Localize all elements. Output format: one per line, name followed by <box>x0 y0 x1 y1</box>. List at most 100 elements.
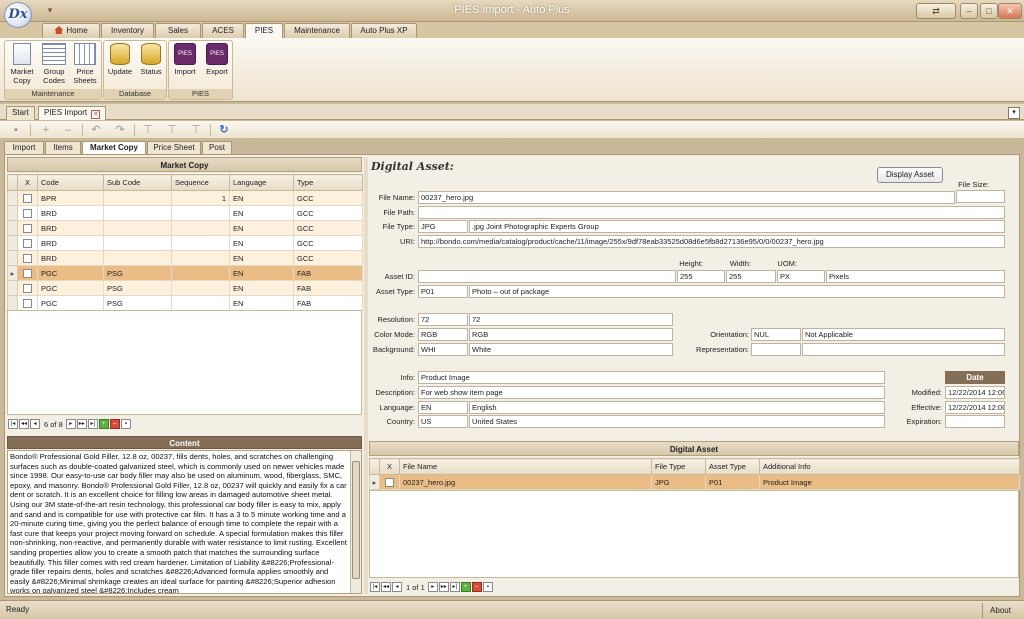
import-button[interactable]: PIES Import <box>169 43 201 76</box>
tab-post[interactable]: Post <box>202 141 232 155</box>
filter-icon[interactable]: ⊤ <box>142 124 154 136</box>
width-field[interactable]: 255 <box>726 270 776 283</box>
status-button[interactable]: Status <box>135 43 167 76</box>
column-header-sub-code[interactable]: Sub Code <box>103 174 172 191</box>
resolution-field-1[interactable]: 72 <box>418 313 468 326</box>
scrollbar-thumb[interactable] <box>352 461 360 579</box>
file-path-field[interactable] <box>418 206 1005 219</box>
refresh-icon[interactable]: ↻ <box>218 124 230 136</box>
save-record-icon[interactable]: ▪ <box>482 582 493 593</box>
column-header-code[interactable]: Code <box>37 174 104 191</box>
uom-code-field[interactable]: PX <box>777 270 825 283</box>
first-page-icon[interactable]: |◂ <box>8 419 18 430</box>
app-logo-icon[interactable]: Dx <box>4 2 32 28</box>
country-description-field[interactable]: United States <box>469 415 885 428</box>
row-checkbox[interactable] <box>17 265 38 281</box>
display-asset-button[interactable]: Display Asset <box>877 167 943 183</box>
asset-type-code-field[interactable]: P01 <box>418 285 468 298</box>
add-record-icon[interactable]: + <box>460 582 471 593</box>
column-header-x[interactable]: X <box>17 174 38 191</box>
color-mode-code-field[interactable]: RGB <box>418 328 468 341</box>
table-row-selected[interactable]: ▸ 00237_hero.jpg JPG P01 Product Image <box>369 474 1020 490</box>
prev-page-icon[interactable]: ◂ <box>30 419 40 430</box>
file-type-code-field[interactable]: JPG <box>418 220 468 233</box>
save-icon[interactable]: ▪ <box>10 124 22 136</box>
prev-page-icon[interactable]: ◂ <box>392 582 402 593</box>
uom-description-field[interactable]: Pixels <box>826 270 1005 283</box>
column-header-file-name[interactable]: File Name <box>399 458 652 475</box>
tab-maintenance[interactable]: Maintenance <box>284 23 350 38</box>
table-row[interactable]: BRD EN GCC <box>7 205 363 221</box>
column-header-asset-type[interactable]: Asset Type <box>705 458 760 475</box>
table-row[interactable]: BRD EN GCC <box>7 235 363 251</box>
price-sheets-button[interactable]: Price Sheets <box>69 43 101 85</box>
background-description-field[interactable]: White <box>469 343 673 356</box>
save-record-icon[interactable]: ▪ <box>120 419 131 430</box>
language-description-field[interactable]: English <box>469 401 885 414</box>
checkbox-icon[interactable] <box>23 253 32 263</box>
row-checkbox[interactable] <box>17 220 38 236</box>
clear-filter-icon[interactable]: ⊤ <box>166 124 178 136</box>
tab-auto-plus-xp[interactable]: Auto Plus XP <box>351 23 417 38</box>
content-textarea[interactable]: Bondo® Professional Gold Filler, 12.8 oz… <box>7 450 362 594</box>
checkbox-icon[interactable] <box>23 193 32 203</box>
row-checkbox[interactable] <box>17 280 38 296</box>
group-codes-button[interactable]: Group Codes <box>38 43 70 85</box>
info-field[interactable]: Product Image <box>418 371 885 384</box>
filter-edit-icon[interactable]: ⊤ <box>190 124 202 136</box>
add-icon[interactable]: + <box>40 124 52 136</box>
quick-access-dropdown-icon[interactable]: ▾ <box>42 5 58 17</box>
table-row[interactable]: BRD EN GCC <box>7 220 363 236</box>
tab-pies[interactable]: PIES <box>245 23 283 39</box>
maximize-button[interactable]: □ <box>980 3 998 19</box>
row-checkbox[interactable] <box>17 190 38 206</box>
market-copy-button[interactable]: Market Copy <box>6 43 38 85</box>
last-page-icon[interactable]: ▸| <box>87 419 98 430</box>
modified-date-field[interactable]: 12/22/2014 12:00 <box>945 386 1005 399</box>
representation-description-field[interactable] <box>802 343 1005 356</box>
tab-aces[interactable]: ACES <box>202 23 244 38</box>
checkbox-icon[interactable] <box>23 223 32 233</box>
table-row[interactable]: BPR 1 EN GCC <box>7 190 363 206</box>
restore-layout-icon[interactable]: ⇄ <box>916 3 956 19</box>
next-group-icon[interactable]: ▸▸ <box>438 582 449 593</box>
prev-group-icon[interactable]: ◂◂ <box>381 582 391 593</box>
height-field[interactable]: 255 <box>677 270 725 283</box>
tab-price-sheet[interactable]: Price Sheet <box>147 141 201 155</box>
remove-icon[interactable]: – <box>62 124 74 136</box>
next-page-icon[interactable]: ▸ <box>65 419 76 430</box>
orientation-code-field[interactable]: NUL <box>751 328 801 341</box>
tab-import[interactable]: Import <box>4 141 44 155</box>
file-size-field[interactable] <box>956 190 1005 203</box>
representation-code-field[interactable] <box>751 343 801 356</box>
close-button[interactable]: ✕ <box>998 3 1022 19</box>
column-header-language[interactable]: Language <box>229 174 294 191</box>
row-checkbox[interactable] <box>379 474 400 490</box>
column-header-additional-info[interactable]: Additional Info <box>759 458 1020 475</box>
file-name-field[interactable]: 00237_hero.jpg <box>418 191 955 204</box>
tab-list-dropdown-icon[interactable]: ▾ <box>1008 107 1020 119</box>
doc-tab-start[interactable]: Start <box>6 106 35 120</box>
language-code-field[interactable]: EN <box>418 401 468 414</box>
checkbox-icon[interactable] <box>23 298 32 308</box>
redo-icon[interactable]: ↷ <box>114 124 126 136</box>
table-row[interactable]: PGC PSG EN FAB <box>7 280 363 296</box>
tab-items[interactable]: Items <box>45 141 81 155</box>
file-type-description-field[interactable]: .jpg Joint Photographic Experts Group <box>469 220 1005 233</box>
about-button[interactable]: About <box>982 603 1018 618</box>
last-page-icon[interactable]: ▸| <box>449 582 460 593</box>
delete-record-icon[interactable]: – <box>109 419 120 430</box>
column-header-x[interactable]: X <box>379 458 400 475</box>
checkbox-icon[interactable] <box>385 477 394 487</box>
prev-group-icon[interactable]: ◂◂ <box>19 419 29 430</box>
orientation-description-field[interactable]: Not Applicable <box>802 328 1005 341</box>
country-code-field[interactable]: US <box>418 415 468 428</box>
row-checkbox[interactable] <box>17 235 38 251</box>
background-code-field[interactable]: WHI <box>418 343 468 356</box>
minimize-button[interactable]: – <box>960 3 978 19</box>
next-page-icon[interactable]: ▸ <box>427 582 438 593</box>
tab-market-copy[interactable]: Market Copy <box>82 141 146 155</box>
table-row-selected[interactable]: ▸ PGC PSG EN FAB <box>7 265 363 281</box>
tab-home[interactable]: Home <box>42 23 100 38</box>
close-tab-icon[interactable]: ✕ <box>91 110 101 119</box>
